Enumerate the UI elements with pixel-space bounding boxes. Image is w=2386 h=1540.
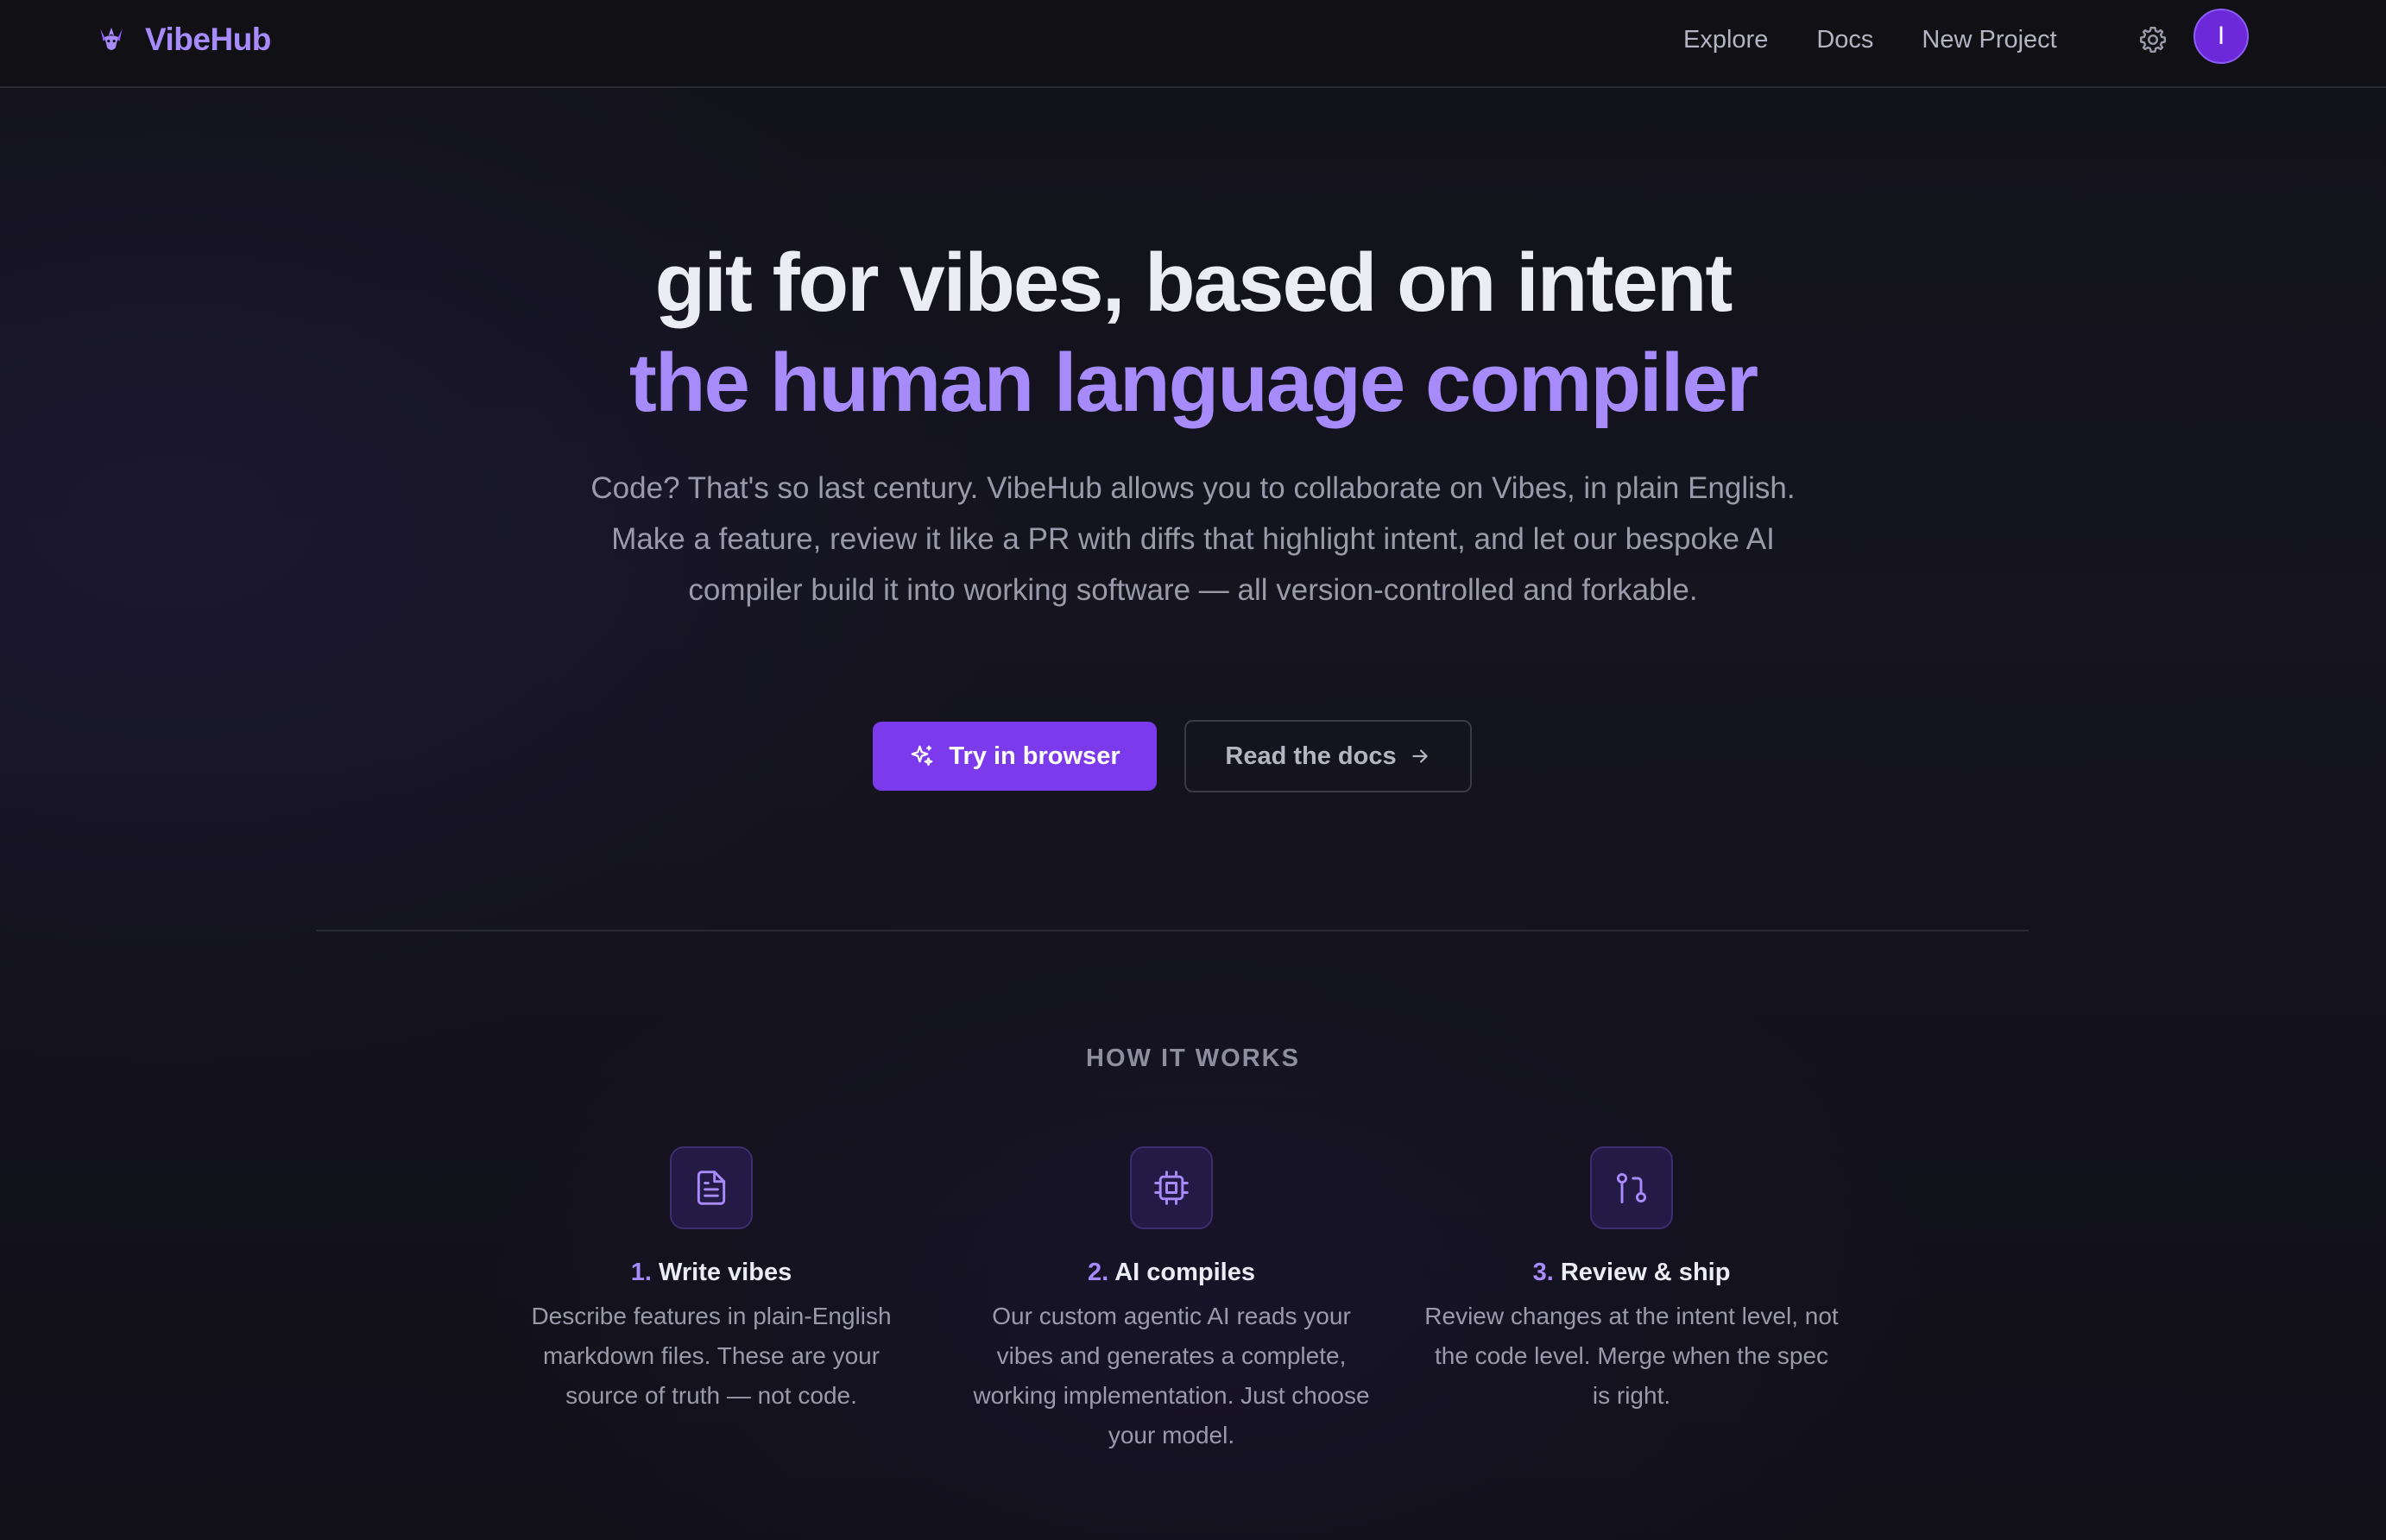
how-it-works-label: HOW IT WORKS (1086, 1045, 1300, 1072)
step-ai-compiles: 2. AI compiles Our custom agentic AI rea… (964, 1146, 1379, 1455)
step-title-text: AI compiles (1114, 1259, 1255, 1286)
step-title: 2. AI compiles (964, 1255, 1379, 1290)
step-number: 3. (1532, 1259, 1554, 1286)
user-avatar[interactable]: I (2193, 9, 2249, 64)
nav-explore-link[interactable]: Explore (1683, 26, 1768, 54)
main-nav: Explore Docs New Project (1683, 21, 2057, 59)
nav-docs-link[interactable]: Docs (1816, 26, 1873, 54)
step-description: Review changes at the intent level, not … (1424, 1303, 1839, 1409)
nav-new-project-link[interactable]: New Project (1922, 26, 2056, 54)
git-pull-request-icon (1616, 1172, 1647, 1203)
step-number: 2. (1088, 1259, 1109, 1286)
page: VibeHub Explore Docs New Project I git f… (0, 0, 2386, 1540)
step-number: 1. (630, 1259, 652, 1286)
step-title: 1. Write vibes (504, 1255, 918, 1290)
step-description: Our custom agentic AI reads your vibes a… (973, 1303, 1370, 1448)
step-write-vibes: 1. Write vibes Describe features in plai… (504, 1146, 918, 1416)
step-title: 3. Review & ship (1424, 1255, 1839, 1290)
step-title-text: Write vibes (659, 1259, 792, 1286)
section-divider (316, 930, 2029, 931)
vibehub-logo-icon (100, 27, 123, 50)
brand-link[interactable]: VibeHub (95, 17, 271, 62)
step-icon-box (670, 1146, 753, 1229)
step-icon-box (1130, 1146, 1213, 1229)
cpu-icon (1154, 1171, 1189, 1205)
step-review-ship: 3. Review & ship Review changes at the i… (1424, 1146, 1839, 1416)
file-text-icon (697, 1171, 726, 1205)
read-docs-label: Read the docs (1225, 742, 1397, 770)
hero-title: git for vibes, based on intent (654, 237, 1733, 329)
hero-subtitle: the human language compiler (628, 337, 1758, 429)
read-docs-button[interactable]: Read the docs (1184, 720, 1472, 792)
step-title-text: Review & ship (1560, 1259, 1731, 1286)
top-navbar: VibeHub Explore Docs New Project I (0, 0, 2386, 88)
arrow-right-icon (1411, 749, 1428, 763)
step-icon-box (1590, 1146, 1673, 1229)
sparkles-icon (912, 745, 933, 767)
avatar-initial: I (2217, 22, 2225, 50)
step-description: Describe features in plain-English markd… (531, 1303, 892, 1409)
settings-gear-icon[interactable] (2137, 24, 2168, 55)
brand-name: VibeHub (145, 22, 271, 57)
try-in-browser-button[interactable]: Try in browser (873, 722, 1157, 791)
try-in-browser-label: Try in browser (949, 742, 1120, 770)
hero-description: Code? That's so last century. VibeHub al… (590, 471, 1796, 607)
